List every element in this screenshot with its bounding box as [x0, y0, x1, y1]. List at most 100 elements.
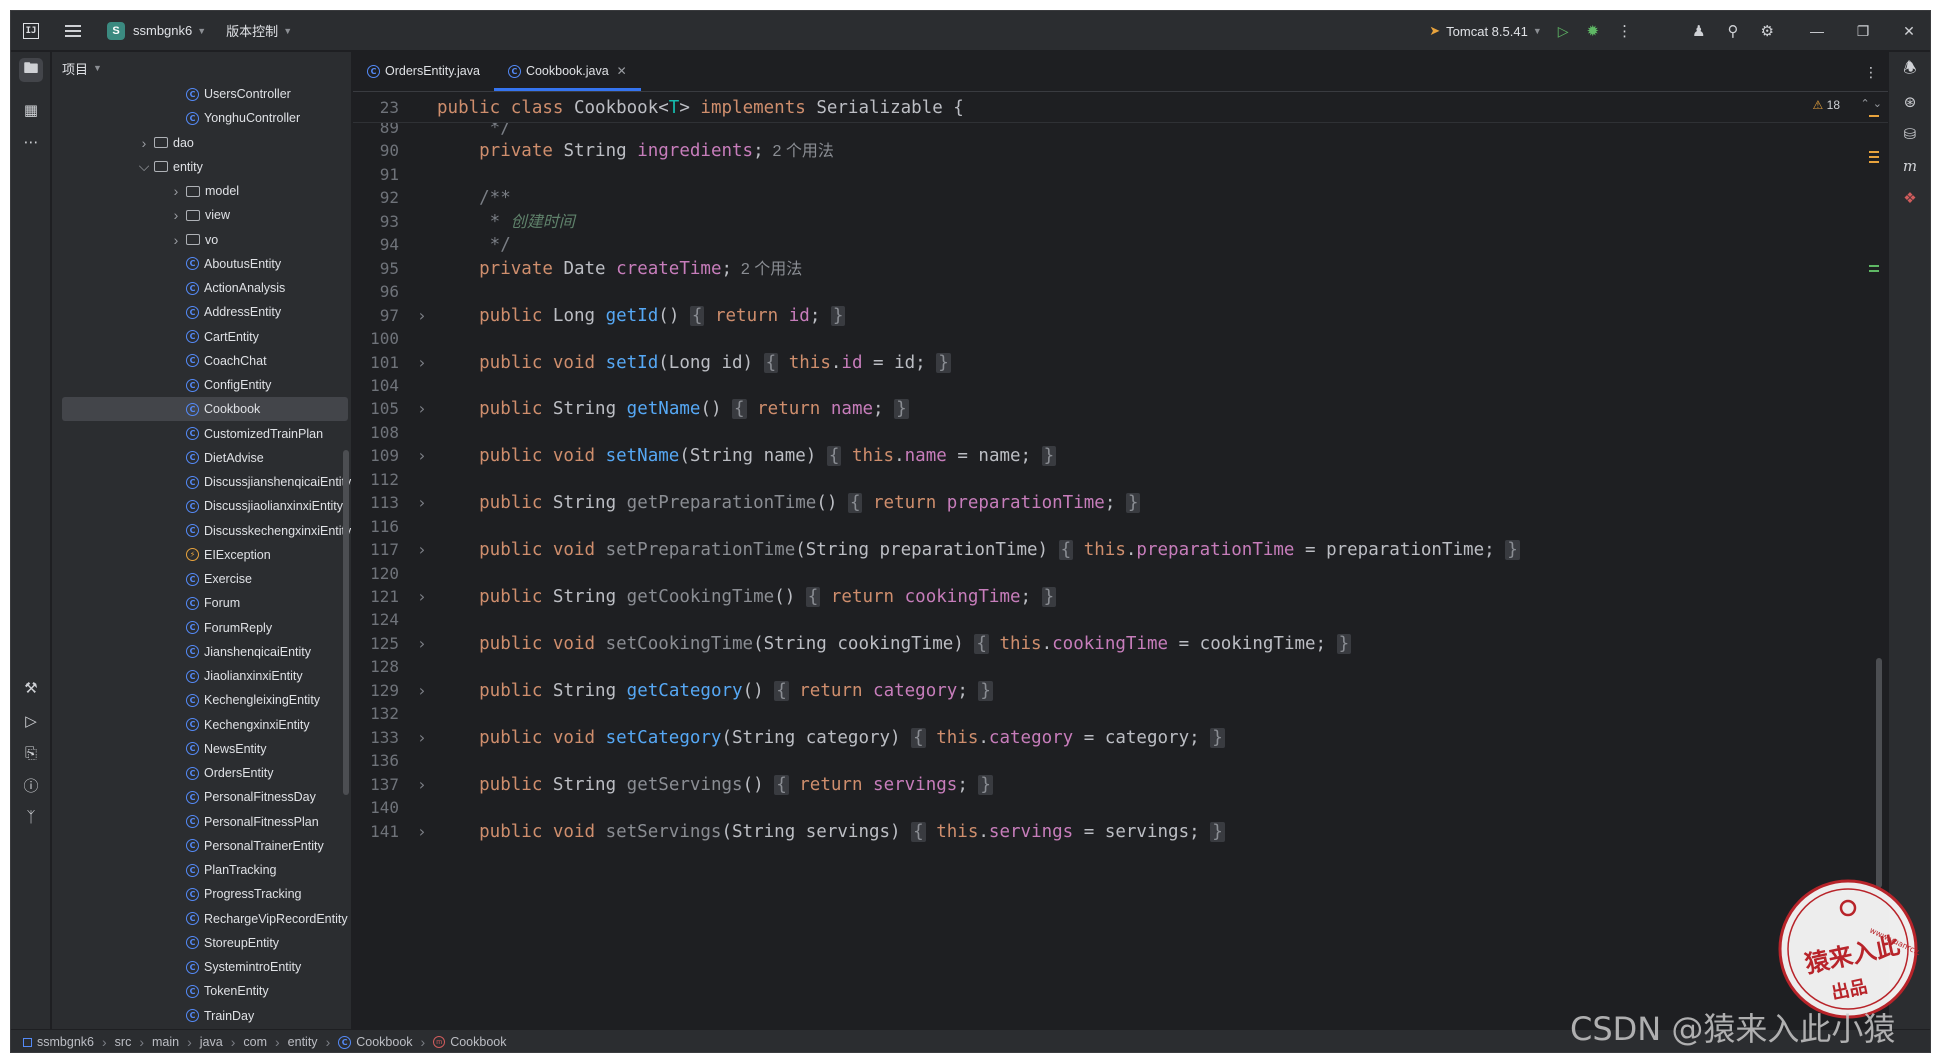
code-line[interactable]: 108: [353, 421, 1890, 445]
tree-item[interactable]: C ConfigEntity: [52, 373, 351, 397]
change-marker[interactable]: [1869, 265, 1879, 267]
intellij-icon[interactable]: IJ: [23, 22, 39, 39]
fold-chevron-icon[interactable]: ›: [417, 726, 427, 750]
editor-scrollbar[interactable]: [1876, 658, 1882, 888]
fold-chevron-icon[interactable]: ›: [417, 444, 427, 468]
chevron-right-icon[interactable]: ›: [170, 183, 182, 199]
search-icon[interactable]: ⚲: [1728, 22, 1739, 40]
usage-hint[interactable]: 2 个用法: [764, 143, 834, 160]
tree-item[interactable]: C TokenEntity: [52, 979, 351, 1003]
code-line[interactable]: 132: [353, 702, 1890, 726]
build-hammer-icon[interactable]: ⚒: [19, 676, 43, 700]
code-token[interactable]: }: [1336, 633, 1352, 654]
tree-item[interactable]: › model: [52, 179, 351, 203]
code-line[interactable]: 91: [353, 163, 1890, 187]
tree-item[interactable]: C DietAdvise: [52, 446, 351, 470]
code-token[interactable]: {: [974, 633, 989, 654]
code-token[interactable]: }: [894, 399, 909, 420]
mybatis-bird-icon[interactable]: ❖: [1898, 186, 1922, 210]
breadcrumb-item[interactable]: java: [200, 1035, 223, 1049]
code-line[interactable]: 100: [353, 327, 1890, 351]
code-token[interactable]: {: [689, 305, 705, 326]
code-token[interactable]: }: [1210, 727, 1225, 748]
problems-icon[interactable]: ⓘ: [19, 773, 43, 797]
code-token[interactable]: }: [830, 305, 846, 326]
maven-icon[interactable]: m: [1898, 154, 1922, 178]
more-tools-icon[interactable]: ⋯: [19, 130, 43, 154]
warning-marker[interactable]: [1869, 151, 1879, 153]
code-line[interactable]: 109 › public void setName(String name) { …: [353, 444, 1890, 468]
code-token[interactable]: {: [763, 352, 779, 373]
code-token[interactable]: {: [774, 680, 789, 701]
tab-actions-icon[interactable]: ⋮: [1864, 64, 1878, 81]
tree-item[interactable]: C DiscussjianshenqicaiEntity: [52, 470, 351, 494]
code-line[interactable]: 116: [353, 515, 1890, 539]
debug-icon[interactable]: ✹: [1587, 22, 1600, 40]
code-token[interactable]: {: [911, 727, 926, 748]
code-token[interactable]: {: [911, 821, 926, 842]
code-line[interactable]: 128: [353, 655, 1890, 679]
tab-cookbook[interactable]: C Cookbook.java ✕: [493, 51, 641, 91]
code-line[interactable]: 125 › public void setCookingTime(String c…: [353, 632, 1890, 656]
tree-item[interactable]: C CoachChat: [52, 349, 351, 373]
minimize-icon[interactable]: —: [1794, 23, 1840, 39]
tree-item[interactable]: C JiaolianxinxiEntity: [52, 664, 351, 688]
breadcrumb-item[interactable]: ssmbgnk6: [23, 1035, 94, 1049]
code-token[interactable]: }: [1125, 493, 1141, 514]
code-line[interactable]: 129 › public String getCategory() { retur…: [353, 679, 1890, 703]
warning-marker[interactable]: [1869, 156, 1879, 158]
tree-item[interactable]: C AboutusEntity: [52, 252, 351, 276]
code-editor[interactable]: 89 */90 private String ingredients; 2 个用…: [353, 93, 1890, 1029]
tree-item[interactable]: C NewsEntity: [52, 737, 351, 761]
code-line[interactable]: 141 › public void setServings(String serv…: [353, 820, 1890, 844]
code-line[interactable]: 92 /**: [353, 186, 1890, 210]
breadcrumb-item[interactable]: entity: [288, 1035, 318, 1049]
code-line[interactable]: 120: [353, 562, 1890, 586]
tree-item[interactable]: C RechargeVipRecordEntity: [52, 907, 351, 931]
breadcrumb-item[interactable]: m Cookbook: [433, 1035, 507, 1049]
tab-orders-entity[interactable]: C OrdersEntity.java: [353, 51, 494, 91]
code-token[interactable]: }: [1210, 821, 1225, 842]
tree-item[interactable]: C PersonalTrainerEntity: [52, 834, 351, 858]
terminal-icon[interactable]: ⎘: [19, 741, 43, 765]
tree-item[interactable]: C UsersController: [52, 82, 351, 106]
tree-item[interactable]: C PersonalFitnessDay: [52, 785, 351, 809]
tree-item[interactable]: › dao: [52, 131, 351, 155]
fold-chevron-icon[interactable]: ›: [417, 585, 427, 609]
tree-item[interactable]: C YonghuController: [52, 106, 351, 130]
chevron-down-icon[interactable]: ⌵: [138, 158, 150, 175]
notifications-icon[interactable]: 🕭: [1898, 58, 1922, 82]
code-token[interactable]: {: [774, 774, 789, 795]
add-user-icon[interactable]: ♟: [1692, 22, 1705, 40]
change-marker[interactable]: [1869, 270, 1879, 272]
code-line[interactable]: 96: [353, 280, 1890, 304]
project-folder-icon[interactable]: 🖿: [19, 58, 43, 82]
code-line[interactable]: 113 › public String getPreparationTime() …: [353, 491, 1890, 515]
breadcrumb-item[interactable]: src: [115, 1035, 132, 1049]
fold-chevron-icon[interactable]: ›: [417, 679, 427, 703]
tree-item[interactable]: C DiscussjiaolianxinxiEntity: [52, 494, 351, 518]
run-config-selector[interactable]: ➤ Tomcat 8.5.41 ▼: [1429, 23, 1541, 39]
tree-item[interactable]: C CartEntity: [52, 325, 351, 349]
code-line[interactable]: 94 */: [353, 233, 1890, 257]
tree-item[interactable]: C Exercise: [52, 567, 351, 591]
breadcrumb-item[interactable]: com: [243, 1035, 267, 1049]
code-line[interactable]: 105 › public String getName() { return na…: [353, 397, 1890, 421]
close-icon[interactable]: ✕: [1886, 23, 1930, 40]
vcs-menu[interactable]: 版本控制 ▼: [226, 21, 292, 40]
code-line[interactable]: 140: [353, 796, 1890, 820]
tree-item[interactable]: C PersonalFitnessPlan: [52, 810, 351, 834]
fold-chevron-icon[interactable]: ›: [417, 632, 427, 656]
fold-chevron-icon[interactable]: ›: [417, 351, 427, 375]
project-switcher[interactable]: ssmbgnk6 ▼: [125, 23, 206, 38]
tree-item[interactable]: C TrainDay: [52, 1004, 351, 1028]
code-line[interactable]: 97 › public Long getId() { return id; }: [353, 304, 1890, 328]
code-line[interactable]: 104: [353, 374, 1890, 398]
close-tab-icon[interactable]: ✕: [617, 64, 627, 78]
tree-item[interactable]: C StoreupEntity: [52, 931, 351, 955]
code-line[interactable]: 137 › public String getServings() { retur…: [353, 773, 1890, 797]
tree-item[interactable]: C PlanTracking: [52, 858, 351, 882]
code-token[interactable]: }: [978, 774, 993, 795]
code-token[interactable]: {: [805, 587, 821, 607]
warning-marker[interactable]: [1869, 115, 1879, 117]
